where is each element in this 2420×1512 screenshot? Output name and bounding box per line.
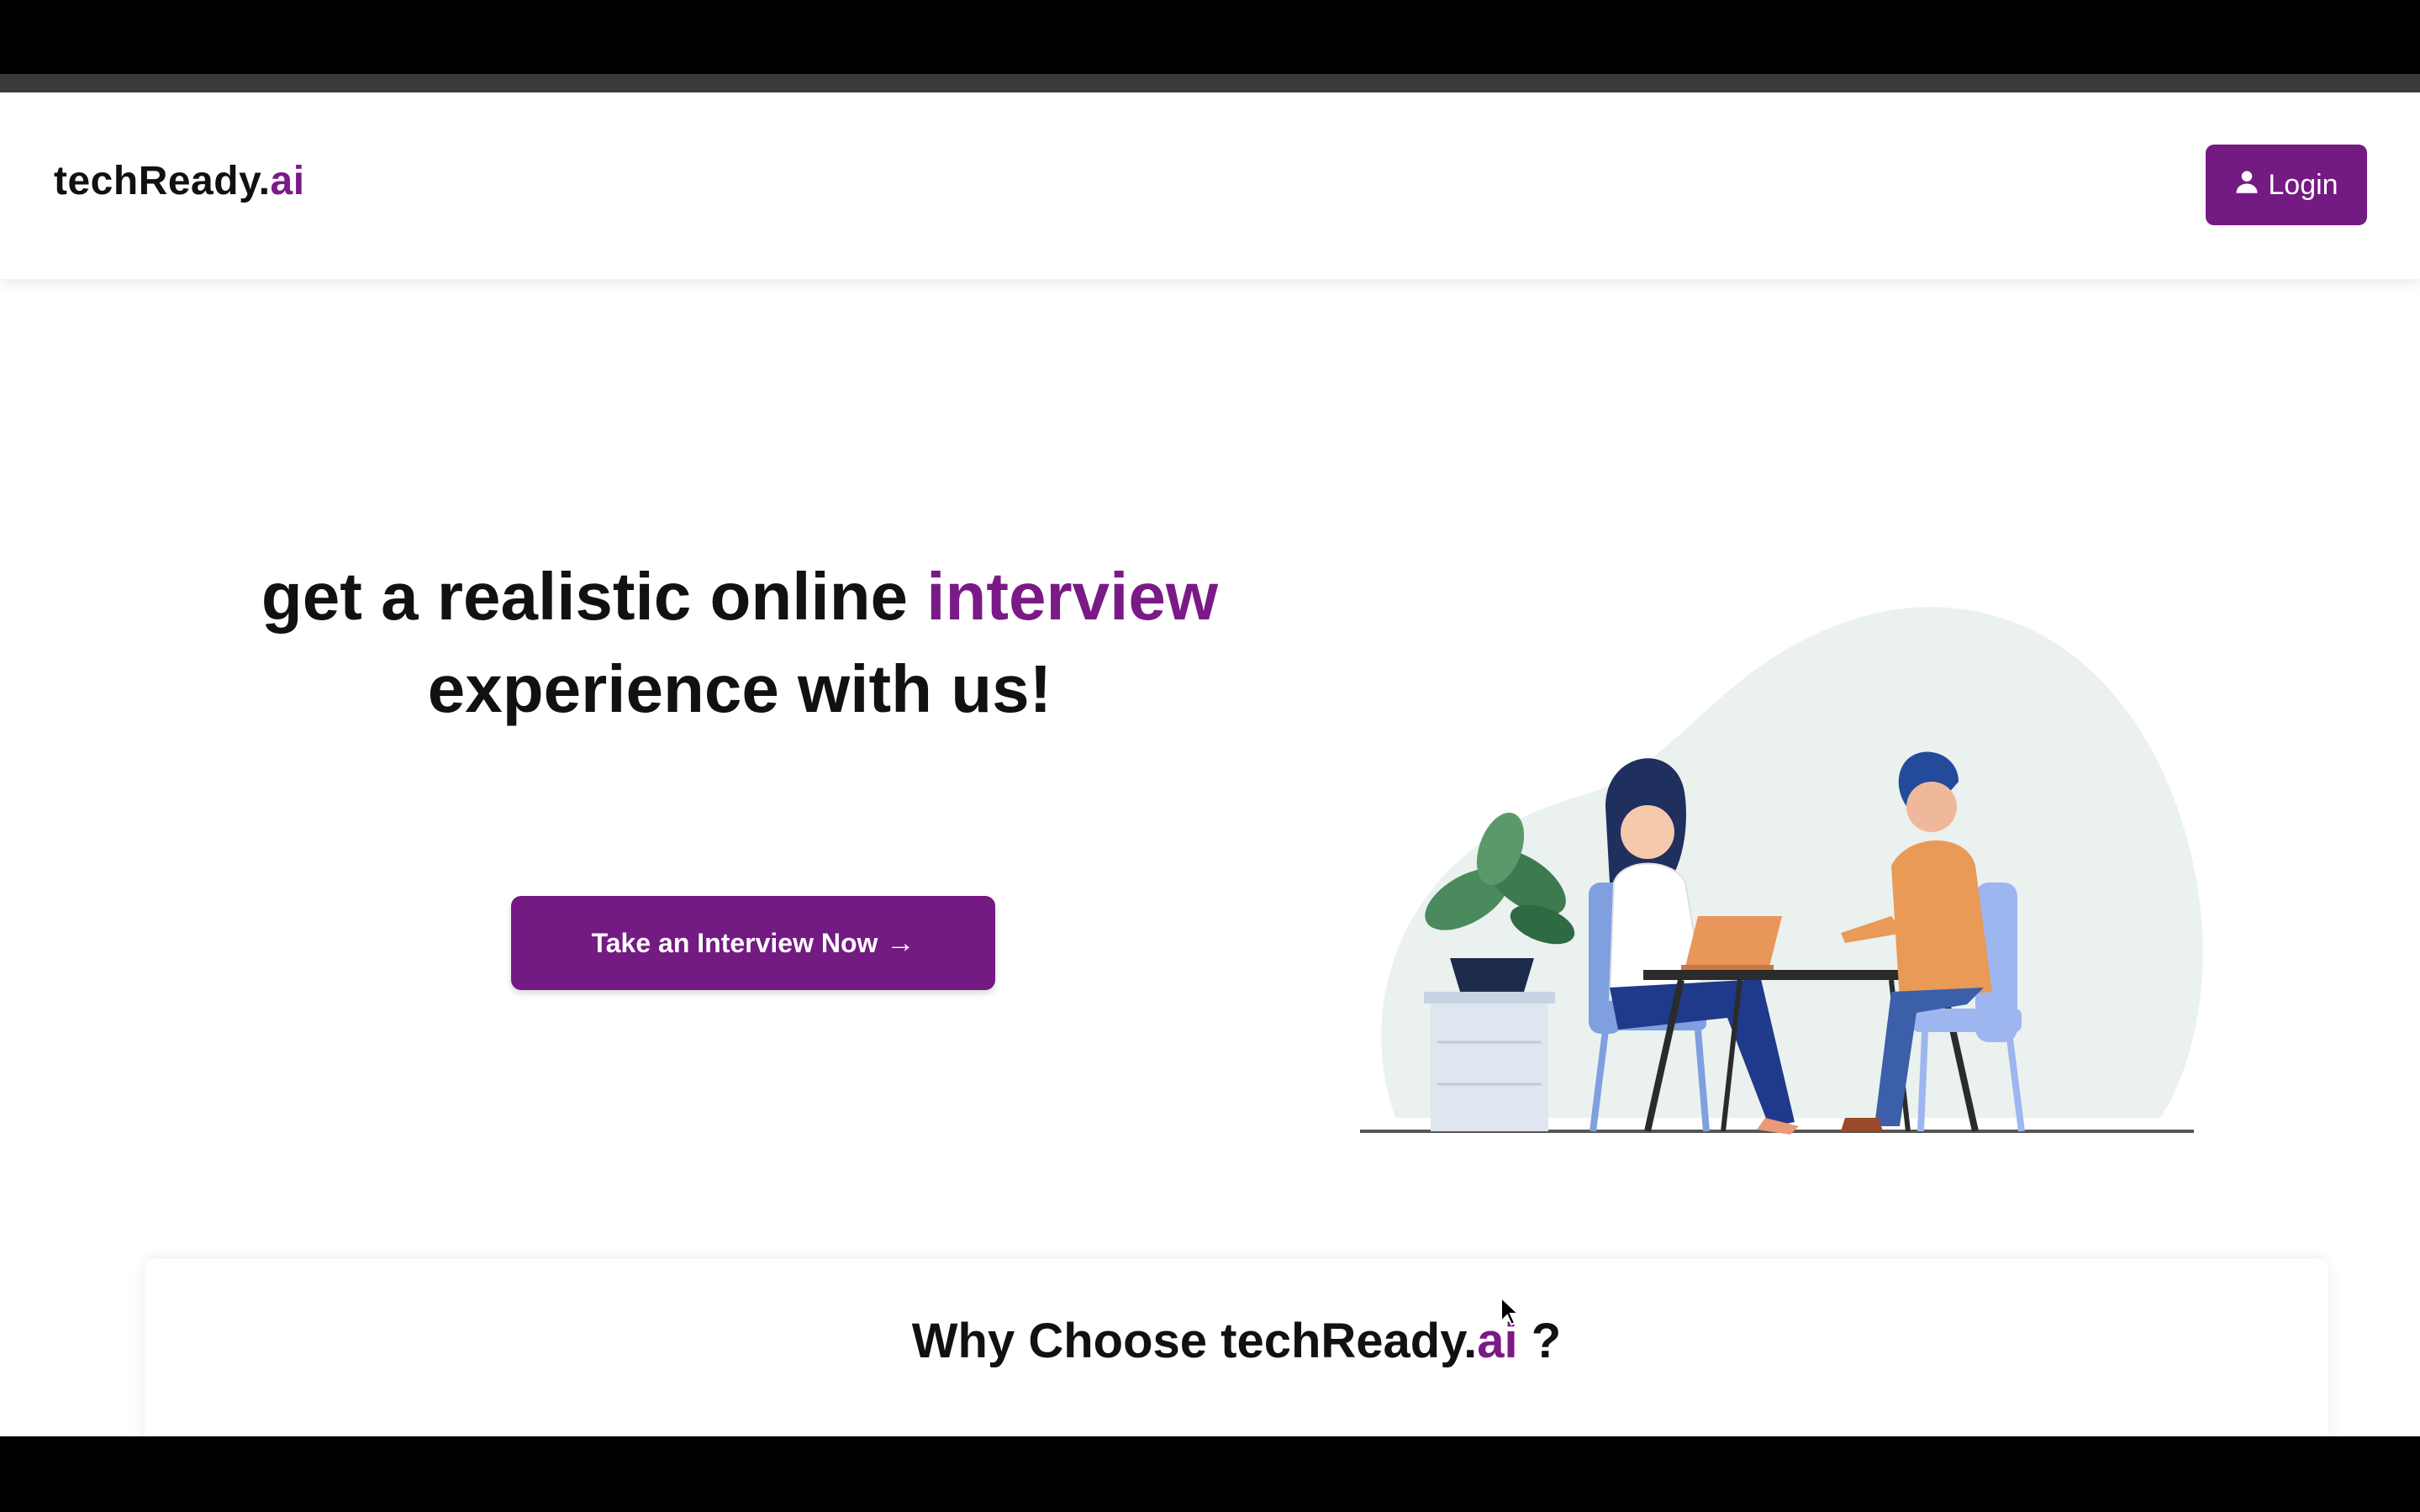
user-icon <box>2234 169 2259 202</box>
take-interview-label: Take an Interview Now <box>591 927 878 958</box>
hero-title-part2: experience with us! <box>427 651 1052 726</box>
window-top-bar <box>0 0 2420 74</box>
arrow-right-icon: → <box>886 926 915 959</box>
why-choose-title: Why Choose techReady.ai ? <box>145 1313 2328 1369</box>
hero-title-accent: interview <box>926 559 1219 634</box>
page-viewport: techReady.ai Login get a realistic onlin… <box>0 92 2420 1436</box>
window-bottom-bar <box>0 1436 2420 1512</box>
hero-title: get a realistic online interview experie… <box>151 551 1328 735</box>
why-title-part1: Why Choose techReady. <box>911 1314 1478 1368</box>
login-label: Login <box>2268 168 2338 201</box>
window-top-strip <box>0 74 2420 92</box>
brand-logo[interactable]: techReady.ai <box>54 158 305 204</box>
mouse-cursor-icon <box>1500 1295 1521 1326</box>
brand-accent: ai <box>270 159 305 203</box>
why-title-part2: ? <box>1517 1314 1562 1368</box>
take-interview-button[interactable]: Take an Interview Now → <box>511 896 995 990</box>
navbar: techReady.ai Login <box>0 92 2420 279</box>
hero-title-part1: get a realistic online <box>261 559 927 634</box>
interview-illustration <box>1353 529 2219 1135</box>
brand-name: techReady. <box>54 159 271 203</box>
login-button[interactable]: Login <box>2206 145 2367 225</box>
why-choose-section: Why Choose techReady.ai ? <box>145 1259 2328 1436</box>
